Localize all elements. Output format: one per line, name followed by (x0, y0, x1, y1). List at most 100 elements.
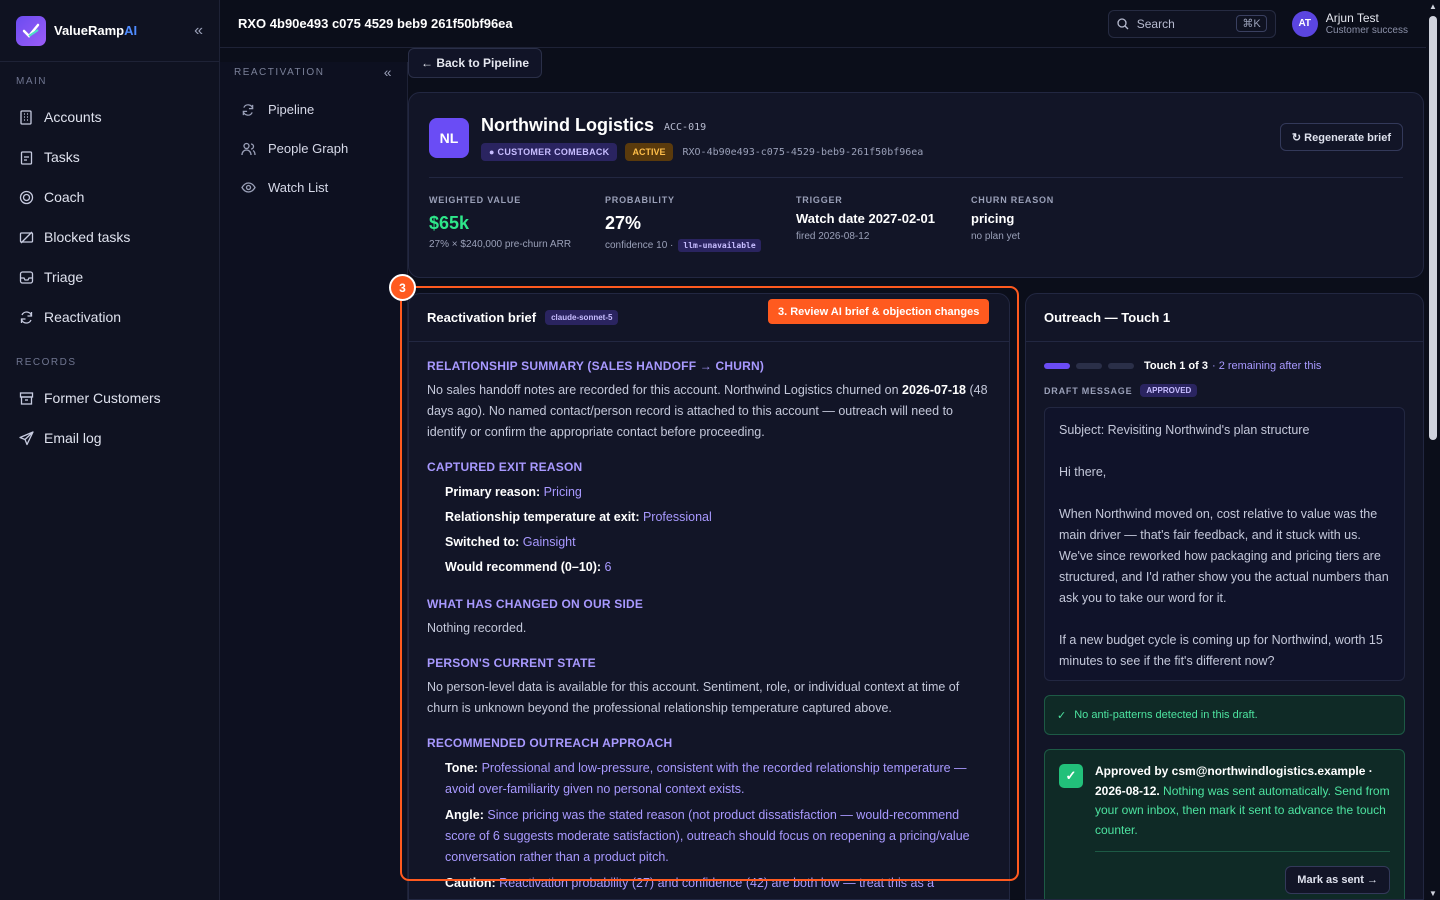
divider (429, 177, 1403, 178)
page-title: RXO 4b90e493 c075 4529 beb9 261f50bf96ea (238, 16, 513, 31)
clipboard-icon (18, 149, 34, 165)
mark-as-sent-button[interactable]: Mark as sent → (1285, 866, 1390, 894)
status-badge: ACTIVE (625, 143, 673, 161)
sidebar-item-label: Blocked tasks (44, 229, 131, 245)
outreach-angle: Angle: Since pricing was the stated reas… (445, 808, 970, 864)
sidebar-item-coach[interactable]: Coach (0, 177, 219, 217)
user-menu[interactable]: AT Arjun Test Customer success (1291, 10, 1408, 37)
sidebar-item-triage[interactable]: Triage (0, 257, 219, 297)
sidebar-item-former-customers[interactable]: Former Customers (0, 378, 219, 418)
draft-label: DRAFT MESSAGE (1044, 385, 1133, 396)
check-icon: ✓ (1057, 709, 1067, 722)
section-label-main: MAIN (16, 76, 47, 87)
draft-header: DRAFT MESSAGE APPROVED (1026, 384, 1423, 397)
search-input[interactable]: Search ⌘K (1107, 9, 1276, 38)
subnav-item-pipeline[interactable]: Pipeline (220, 90, 407, 129)
outreach-tone: Tone: Professional and low-pressure, con… (445, 761, 967, 796)
scrollbar-thumb[interactable] (1429, 16, 1437, 440)
refresh-icon (18, 309, 34, 325)
user-name: Arjun Test (1325, 11, 1379, 25)
target-icon (18, 189, 34, 205)
outreach-title: Outreach — Touch 1 (1026, 294, 1423, 342)
search-icon (1117, 17, 1129, 30)
regenerate-brief-button[interactable]: ↻ Regenerate brief (1279, 123, 1403, 151)
section-heading: RELATIONSHIP SUMMARY (SALES HANDOFF → CH… (427, 359, 765, 373)
metric-value: pricing (971, 211, 1015, 226)
person-state-text: No person-level data is available for th… (427, 680, 960, 715)
sidebar-item-accounts[interactable]: Accounts (0, 97, 219, 137)
eye-icon (240, 182, 256, 193)
metric-label: TRIGGER (796, 195, 843, 205)
message-paragraph: If a new budget cycle is coming up for N… (1059, 633, 1383, 668)
section-heading: WHAT HAS CHANGED ON OUR SIDE (427, 597, 644, 611)
subnav-item-people-graph[interactable]: People Graph (220, 129, 407, 168)
rxo-code: RXO-4b90e493-c075-4529-beb9-261f50bf96ea (682, 146, 924, 158)
approval-text: Approved by csm@northwindlogistics.examp… (1095, 764, 1390, 837)
metric-sub: no plan yet (971, 231, 1020, 242)
app-root: ValueRampAI « MAIN Accounts Tasks Coach … (0, 0, 1440, 900)
progress-segment (1044, 363, 1070, 369)
progress-segment (1076, 363, 1102, 369)
exit-reason-item: Switched to: Gainsight (445, 535, 576, 549)
avatar: AT (1291, 10, 1318, 37)
scroll-down-icon[interactable]: ▼ (1429, 889, 1437, 898)
anti-pattern-text: No anti-patterns detected in this draft. (1074, 709, 1258, 721)
metric-label: CHURN REASON (971, 195, 1055, 205)
account-avatar: NL (429, 118, 469, 158)
brief-title: Reactivation brief (427, 310, 537, 325)
brief-body: RELATIONSHIP SUMMARY (SALES HANDOFF → CH… (409, 359, 1009, 894)
step-number-badge: 3 (389, 274, 416, 301)
sidebar-item-label: Coach (44, 189, 85, 205)
outreach-caution: Caution: Reactivation probability (27) a… (445, 876, 935, 890)
touch-counter: Touch 1 of 3 (1144, 360, 1208, 372)
sidebar-item-email-log[interactable]: Email log (0, 418, 219, 458)
sidebar-item-tasks[interactable]: Tasks (0, 137, 219, 177)
collapse-sidebar-icon[interactable]: « (194, 22, 203, 40)
approved-check-icon: ✓ (1059, 764, 1083, 788)
archive-icon (18, 390, 34, 406)
sidebar-item-reactivation[interactable]: Reactivation (0, 297, 219, 337)
message-greeting: Hi there, (1059, 465, 1107, 479)
section-heading: CAPTURED EXIT REASON (427, 460, 583, 474)
metric-sub: fired 2026-08-12 (796, 231, 870, 242)
sidebar-item-blocked-tasks[interactable]: Blocked tasks (0, 217, 219, 257)
reactivation-brief-card: Reactivation brief claude-sonnet-5 RELAT… (408, 293, 1010, 900)
message-subject: Subject: Revisiting Northwind's plan str… (1059, 423, 1310, 437)
message-paragraph: When Northwind moved on, cost relative t… (1059, 507, 1389, 605)
reactivation-subnav: REACTIVATION « Pipeline People Graph Wat… (220, 62, 408, 900)
send-icon (18, 430, 34, 446)
blocked-icon (18, 229, 34, 245)
sidebar-item-label: Former Customers (44, 390, 161, 406)
sidebar-item-label: Email log (44, 430, 102, 446)
section-label-records: RECORDS (16, 357, 77, 368)
metric-probability: PROBABILITY 27% confidence 10 · llm-unava… (605, 195, 761, 252)
draft-message[interactable]: Subject: Revisiting Northwind's plan str… (1044, 407, 1405, 681)
building-icon (18, 109, 34, 125)
touch-remaining: · 2 remaining after this (1211, 360, 1322, 372)
sidebar-item-label: Reactivation (44, 309, 122, 325)
outreach-card: Outreach — Touch 1 Touch 1 of 3 · 2 rema… (1025, 293, 1424, 900)
step-callout-label: 3. Review AI brief & objection changes (768, 299, 990, 324)
llm-unavailable-badge: llm-unavailable (678, 239, 761, 252)
search-shortcut: ⌘K (1236, 15, 1267, 32)
brand-name: ValueRampAI (54, 23, 138, 38)
collapse-subnav-icon[interactable]: « (384, 64, 393, 80)
subnav-item-watch-list[interactable]: Watch List (220, 168, 407, 207)
divider (1095, 851, 1390, 852)
approved-badge: APPROVED (1140, 384, 1198, 397)
section-heading: PERSON'S CURRENT STATE (427, 656, 596, 670)
back-to-pipeline-button[interactable]: ← Back to Pipeline (408, 48, 543, 78)
search-placeholder: Search (1136, 16, 1175, 31)
changes-text: Nothing recorded. (427, 621, 527, 635)
metric-trigger: TRIGGER Watch date 2027-02-01 fired 2026… (796, 195, 935, 242)
subnav-title: REACTIVATION (234, 66, 325, 78)
page-scrollbar[interactable]: ▲ ▼ (1426, 0, 1440, 900)
scroll-up-icon[interactable]: ▲ (1429, 2, 1437, 11)
anti-pattern-check: ✓ No anti-patterns detected in this draf… (1044, 695, 1405, 735)
metric-label: PROBABILITY (605, 195, 675, 205)
exit-reason-item: Primary reason: Pricing (445, 485, 582, 499)
subnav-header: REACTIVATION « (220, 62, 407, 82)
metric-churn-reason: CHURN REASON pricing no plan yet (971, 195, 1054, 242)
metric-value: $65k (429, 213, 470, 233)
exit-reason-item: Relationship temperature at exit: Profes… (445, 510, 712, 524)
